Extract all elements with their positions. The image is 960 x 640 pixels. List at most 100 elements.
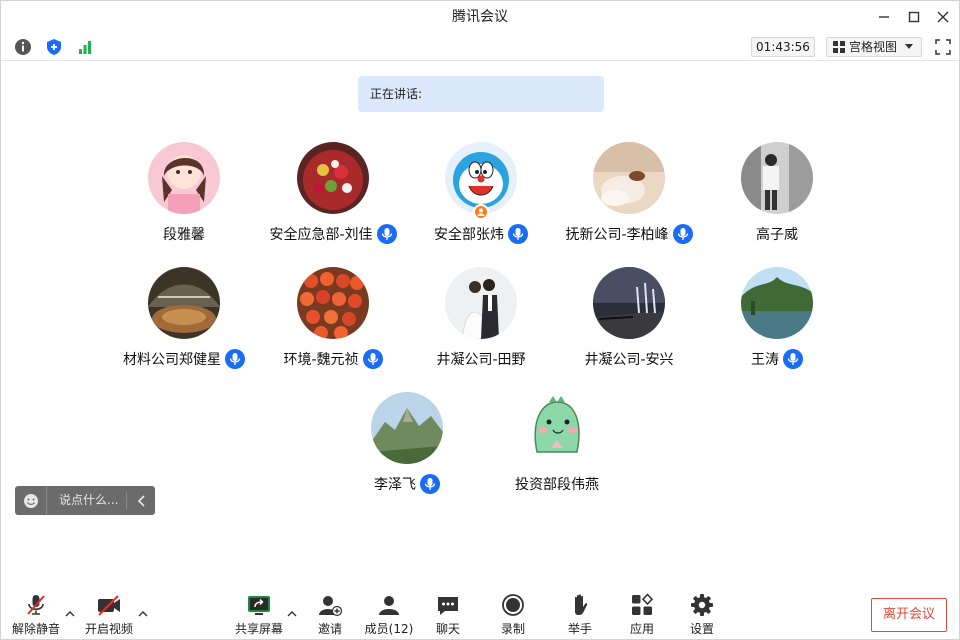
record-icon bbox=[502, 594, 524, 616]
settings-label: 设置 bbox=[689, 622, 714, 636]
chevron-up-icon bbox=[287, 611, 297, 617]
emoji-button[interactable] bbox=[15, 486, 47, 515]
start-video-button[interactable]: 开启视频 bbox=[81, 593, 137, 637]
chevron-left-icon bbox=[137, 494, 145, 507]
leave-meeting-button[interactable]: 离开会议 bbox=[871, 598, 947, 632]
chat-label: 聊天 bbox=[435, 622, 460, 636]
fullscreen-icon bbox=[935, 39, 951, 55]
members-button[interactable]: 成员(12) bbox=[361, 593, 417, 637]
chevron-down-icon bbox=[905, 44, 914, 49]
unmute-button[interactable]: 解除静音 bbox=[8, 593, 64, 637]
raise-hand-button[interactable]: 举手 bbox=[552, 593, 608, 637]
avatar bbox=[148, 267, 220, 339]
host-badge-icon bbox=[473, 204, 489, 220]
shield-icon bbox=[47, 39, 61, 55]
collapse-chat-button[interactable] bbox=[127, 486, 155, 515]
participant-name: 井凝公司-安兴 bbox=[584, 352, 674, 368]
quick-chat-bar[interactable]: 说点什么... bbox=[15, 486, 155, 515]
participant-name: 环境-魏元祯 bbox=[283, 352, 359, 368]
participant-name-row: 投资部段伟燕 bbox=[467, 472, 647, 496]
invite-button[interactable]: 邀请 bbox=[302, 593, 358, 637]
add-user-icon bbox=[319, 596, 343, 617]
share-options-button[interactable] bbox=[285, 607, 299, 621]
grid-view-icon bbox=[833, 41, 845, 53]
minimize-button[interactable] bbox=[867, 1, 901, 33]
participant-name-row: 高子威 bbox=[687, 222, 867, 246]
share-screen-icon bbox=[248, 596, 270, 615]
share-screen-button[interactable]: 共享屏幕 bbox=[231, 593, 287, 637]
apps-label: 应用 bbox=[629, 622, 654, 636]
settings-button[interactable]: 设置 bbox=[674, 593, 730, 637]
participant-tile[interactable]: 投资部段伟燕 bbox=[467, 392, 647, 502]
camera-off-icon bbox=[98, 595, 120, 616]
participant-tile[interactable]: 王涛 bbox=[687, 267, 867, 377]
raise-hand-icon bbox=[575, 594, 588, 615]
raise-hand-label: 举手 bbox=[567, 622, 592, 636]
close-icon bbox=[937, 11, 949, 23]
smiley-icon bbox=[23, 493, 38, 508]
chat-input[interactable]: 说点什么... bbox=[47, 492, 127, 509]
participant-name: 王涛 bbox=[751, 352, 779, 368]
chevron-up-icon bbox=[65, 611, 75, 617]
avatar bbox=[148, 142, 220, 214]
video-options-button[interactable] bbox=[136, 607, 150, 621]
avatar bbox=[521, 392, 593, 464]
avatar bbox=[297, 267, 369, 339]
microphone-icon bbox=[508, 224, 528, 244]
speaking-indicator: 正在讲话: bbox=[358, 76, 604, 112]
window-title: 腾讯会议 bbox=[452, 9, 508, 25]
record-label: 录制 bbox=[500, 622, 525, 636]
avatar bbox=[593, 142, 665, 214]
participant-name: 段雅馨 bbox=[163, 227, 205, 243]
signal-bars-icon bbox=[79, 41, 91, 54]
members-label: 成员(12) bbox=[364, 622, 414, 636]
audio-options-button[interactable] bbox=[63, 607, 77, 621]
participant-name: 安全应急部-刘佳 bbox=[269, 227, 373, 243]
meeting-toolbar: 01:43:56 宫格视图 bbox=[1, 33, 959, 61]
participant-name-row: 王涛 bbox=[687, 347, 867, 371]
microphone-icon bbox=[225, 349, 245, 369]
microphone-icon bbox=[362, 349, 383, 369]
maximize-icon bbox=[908, 11, 920, 23]
avatar bbox=[371, 392, 443, 464]
apps-grid-icon bbox=[632, 593, 654, 615]
view-selector-label: 宫格视图 bbox=[849, 40, 898, 54]
chevron-up-icon bbox=[138, 611, 148, 617]
participant-name: 材料公司郑健星 bbox=[123, 352, 221, 368]
microphone-icon bbox=[783, 349, 803, 369]
meeting-timer: 01:43:56 bbox=[751, 37, 815, 57]
start-video-label: 开启视频 bbox=[84, 622, 133, 636]
microphone-muted-icon bbox=[27, 595, 45, 615]
record-button[interactable]: 录制 bbox=[485, 593, 541, 637]
apps-button[interactable]: 应用 bbox=[614, 593, 670, 637]
chat-button[interactable]: 聊天 bbox=[420, 593, 476, 637]
participant-name: 李泽飞 bbox=[374, 477, 416, 493]
minimize-icon bbox=[879, 16, 889, 18]
fullscreen-button[interactable] bbox=[933, 37, 953, 57]
participant-name: 安全部张炜 bbox=[434, 227, 504, 243]
avatar bbox=[593, 267, 665, 339]
gear-icon bbox=[691, 594, 713, 616]
microphone-icon bbox=[420, 474, 440, 494]
avatar bbox=[741, 267, 813, 339]
participant-name: 高子威 bbox=[756, 227, 798, 243]
unmute-label: 解除静音 bbox=[11, 622, 60, 636]
invite-label: 邀请 bbox=[317, 622, 342, 636]
avatar bbox=[445, 267, 517, 339]
chat-bubble-icon bbox=[438, 597, 458, 615]
participant-tile[interactable]: 高子威 bbox=[687, 142, 867, 252]
close-button[interactable] bbox=[926, 1, 960, 33]
info-icon bbox=[15, 39, 31, 55]
participant-name: 抚新公司-李柏峰 bbox=[565, 227, 669, 243]
avatar bbox=[297, 142, 369, 214]
participant-name: 投资部段伟燕 bbox=[515, 477, 599, 493]
security-button[interactable] bbox=[44, 37, 64, 57]
participant-name: 井凝公司-田野 bbox=[436, 352, 526, 368]
share-screen-label: 共享屏幕 bbox=[234, 622, 283, 636]
avatar bbox=[741, 142, 813, 214]
network-status-button[interactable] bbox=[75, 37, 95, 57]
view-selector[interactable]: 宫格视图 bbox=[826, 37, 922, 57]
members-icon bbox=[379, 596, 399, 615]
meeting-window: 腾讯会议 01:43:56 宫格视图 正在讲话: 段雅馨 安全应急部-刘佳 安全… bbox=[0, 0, 960, 640]
meeting-info-button[interactable] bbox=[13, 37, 33, 57]
